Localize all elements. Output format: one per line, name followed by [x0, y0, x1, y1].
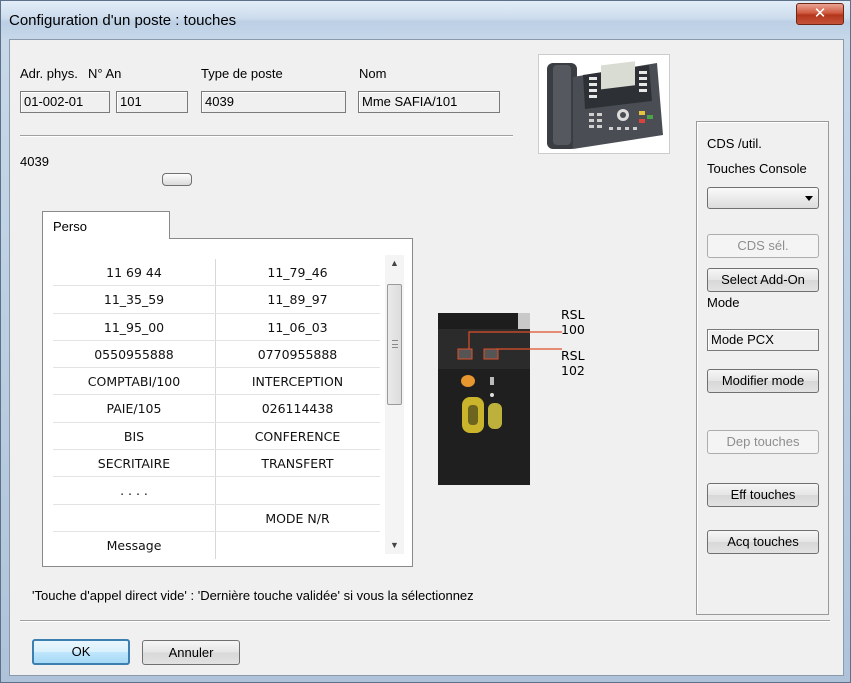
eff-touches-button[interactable]: Eff touches	[707, 483, 819, 507]
scroll-thumb[interactable]	[387, 284, 402, 405]
key-cell-left[interactable]: PAIE/105	[53, 395, 216, 422]
modifier-mode-button[interactable]: Modifier mode	[707, 369, 819, 393]
key-cell-right[interactable]: MODE N/R	[216, 505, 379, 531]
key-cell-right[interactable]: CONFERENCE	[216, 423, 379, 449]
dep-touches-button[interactable]: Dep touches	[707, 430, 819, 454]
adr-phys-field[interactable]: 01-002-01	[20, 91, 110, 113]
small-toggle-button[interactable]	[162, 173, 192, 186]
table-row: 11 69 44 11_79_46	[53, 259, 380, 287]
grip-icon	[392, 340, 398, 348]
footer-separator	[20, 620, 830, 622]
n-an-field[interactable]: 101	[116, 91, 188, 113]
key-cell-left[interactable]: . . . .	[53, 477, 216, 504]
adr-phys-label: Adr. phys.	[20, 66, 78, 81]
rsl-label-1: RSL	[561, 307, 585, 322]
acq-touches-button[interactable]: Acq touches	[707, 530, 819, 554]
model-label: 4039	[20, 154, 49, 169]
cds-sel-button[interactable]: CDS sél.	[707, 234, 819, 258]
tab-perso[interactable]: Perso	[42, 211, 170, 239]
select-addon-button[interactable]: Select Add-On	[707, 268, 819, 292]
console-keys-group: CDS /util. Touches Console CDS sél. Sele…	[696, 121, 829, 615]
rsl-number-2: 102	[561, 363, 585, 378]
key-cell-left[interactable]: 0550955888	[53, 340, 216, 368]
nom-field[interactable]: Mme SAFIA/101	[358, 91, 500, 113]
key-cell-left[interactable]: SECRITAIRE	[53, 450, 216, 477]
ok-button[interactable]: OK	[32, 639, 130, 665]
keys-table: 11 69 44 11_79_46 11_35_59 11_89_97 11_95_00…	[53, 259, 380, 560]
key-cell-right[interactable]: TRANSFERT	[216, 450, 379, 476]
dialog-content: Adr. phys. N° An Type de poste Nom 01-00…	[9, 39, 844, 676]
callout-lines	[468, 331, 562, 350]
type-poste-field[interactable]: 4039	[201, 91, 346, 113]
table-row: Message	[53, 531, 380, 560]
table-row: SECRITAIRE TRANSFERT	[53, 450, 380, 478]
key-cell-right[interactable]: 026114438	[216, 395, 379, 421]
table-row: 11_95_00 11_06_03	[53, 313, 380, 341]
key-cell-left[interactable]: Message	[53, 531, 216, 560]
hint-text: 'Touche d'appel direct vide' : 'Dernière…	[32, 588, 474, 603]
dialog-window: Configuration d'un poste : touches ✕ Adr…	[0, 0, 851, 683]
touches-console-select[interactable]	[707, 187, 819, 209]
key-cell-left[interactable]	[53, 504, 216, 531]
key-cell-left[interactable]: 11_95_00	[53, 313, 216, 340]
n-an-label: N° An	[88, 66, 122, 81]
phone-image	[538, 54, 670, 154]
rsl-number-1: 100	[561, 322, 585, 337]
key-cell-right[interactable]: 11_06_03	[216, 314, 379, 340]
close-button[interactable]: ✕	[796, 3, 844, 25]
key-cell-right[interactable]	[216, 532, 379, 559]
table-row: . . . .	[53, 477, 380, 505]
key-cell-left[interactable]: BIS	[53, 422, 216, 450]
keys-scrollbar[interactable]: ▲ ▼	[385, 255, 404, 554]
scroll-down-arrow-icon[interactable]: ▼	[385, 537, 404, 554]
key-cell-left[interactable]: 11_35_59	[53, 286, 216, 313]
nom-label: Nom	[359, 66, 387, 81]
table-row: 0550955888 0770955888	[53, 340, 380, 369]
table-row: PAIE/105 026114438	[53, 395, 380, 423]
header-separator	[20, 135, 513, 137]
close-icon: ✕	[813, 5, 827, 22]
cds-util-label: CDS /util.	[707, 136, 762, 151]
scroll-up-arrow-icon[interactable]: ▲	[385, 255, 404, 272]
title-bar[interactable]: Configuration d'un poste : touches ✕	[1, 1, 850, 39]
table-row: 11_35_59 11_89_97	[53, 286, 380, 314]
table-row: MODE N/R	[53, 504, 380, 532]
keys-tab-panel: 11 69 44 11_79_46 11_35_59 11_89_97 11_95_00…	[42, 238, 413, 567]
key-cell-right[interactable]: 11_79_46	[216, 259, 379, 285]
mode-label: Mode	[707, 295, 740, 310]
key-cell-right[interactable]: INTERCEPTION	[216, 368, 379, 394]
table-row: COMPTABI/100 INTERCEPTION	[53, 368, 380, 396]
key-cell-right[interactable]: 11_89_97	[216, 286, 379, 312]
table-row: BIS CONFERENCE	[53, 422, 380, 451]
key-cell-right[interactable]	[216, 477, 379, 503]
cancel-button[interactable]: Annuler	[142, 640, 240, 665]
key-cell-left[interactable]: 11 69 44	[53, 259, 216, 286]
chevron-down-icon	[805, 196, 813, 201]
key-cell-right[interactable]: 0770955888	[216, 341, 379, 367]
window-title: Configuration d'un poste : touches	[9, 12, 237, 29]
mode-field[interactable]: Mode PCX	[707, 329, 819, 351]
key-cell-left[interactable]: COMPTABI/100	[53, 368, 216, 395]
type-poste-label: Type de poste	[201, 66, 283, 81]
touches-console-label: Touches Console	[707, 161, 807, 176]
rsl-label-2: RSL	[561, 348, 585, 363]
